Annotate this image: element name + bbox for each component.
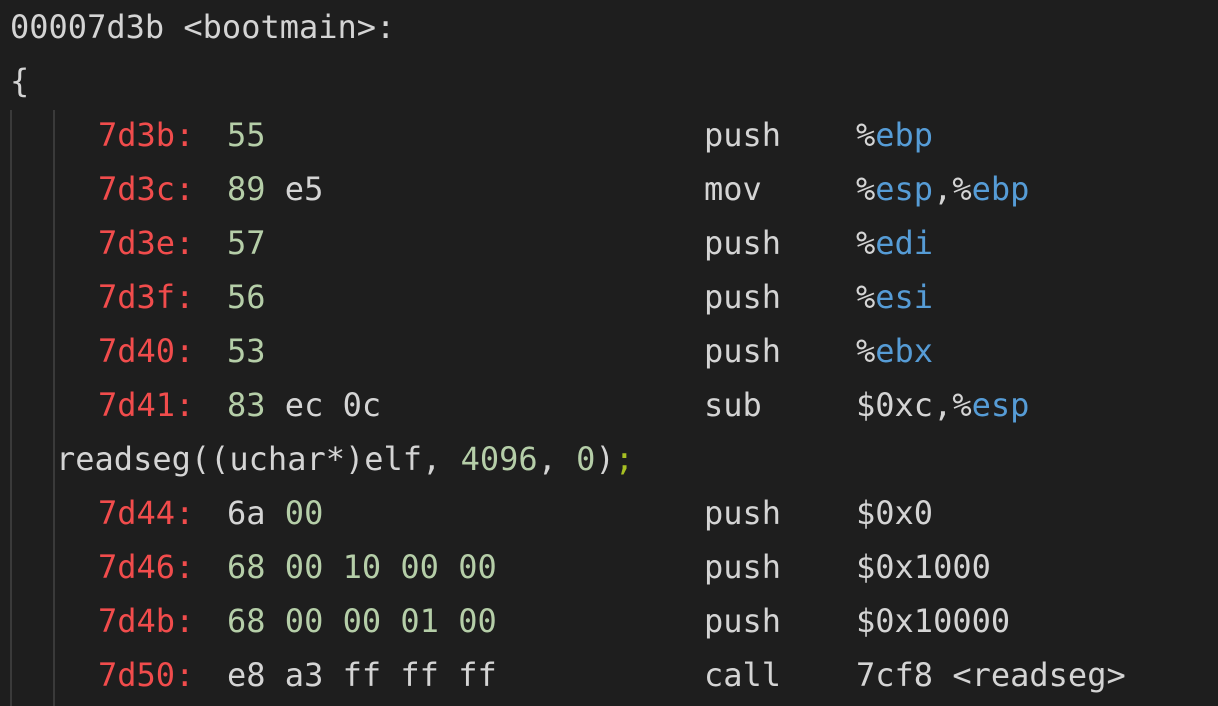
operand-token: esp [875, 170, 934, 208]
instruction-row: 7d50: e8 a3 ff ff ff call 7cf8 <readseg> [10, 648, 1126, 702]
operand-token: % [856, 278, 876, 316]
byte-group: 56 [227, 278, 266, 316]
instruction-address: 7d50: [98, 656, 195, 694]
instruction-mnemonic: push [704, 494, 782, 532]
operand-token: edi [875, 224, 934, 262]
instruction-mnemonic: push [704, 278, 782, 316]
function-label: 00007d3b <bootmain>: [10, 0, 395, 54]
instruction-mnemonic: mov [704, 170, 762, 208]
instruction-mnemonic: call [704, 656, 782, 694]
operand-token: ebp [971, 170, 1030, 208]
instruction-row: 7d4b: 68 00 00 01 00 push $0x10000 [10, 594, 1010, 648]
operand-token: % [856, 116, 876, 154]
instruction-address: 7d3f: [98, 278, 195, 316]
instruction-row: 7d3f: 56 push %esi [10, 270, 933, 324]
disassembly-view: 00007d3b <bootmain>: { 7d3b: 55 push %ebp 7d… [10, 0, 1126, 702]
instruction-operands: %ebx [856, 324, 933, 378]
instruction-mnemonic: push [704, 602, 782, 640]
instruction-operands: $0x10000 [856, 594, 1010, 648]
operand-token: $0x1000 [856, 548, 991, 586]
operand-token: % [856, 224, 876, 262]
operand-token: ,% [933, 170, 972, 208]
operand-token: esi [875, 278, 934, 316]
instruction-address: 7d41: [98, 386, 195, 424]
instruction-mnemonic: push [704, 224, 782, 262]
operand-token: $0x0 [856, 494, 934, 532]
operand-token: esp [971, 386, 1030, 424]
instruction-block-prologue: 7d3b: 55 push %ebp 7d3c: 89 e5 mov %esp,%ebp 7d3… [10, 108, 1029, 432]
instruction-row: 7d46: 68 00 10 00 00 push $0x1000 [10, 540, 991, 594]
instruction-operands: $0xc,%esp [856, 378, 1029, 432]
byte-group: 89 [227, 170, 266, 208]
instruction-operands: $0x0 [856, 486, 933, 540]
operand-token: ebx [875, 332, 934, 370]
instruction-bytes: 6a 00 [227, 486, 323, 540]
instruction-operands: 7cf8 <readseg> [856, 648, 1126, 702]
instruction-operands: %ebp [856, 108, 933, 162]
byte-group: 68 00 00 01 00 [227, 602, 497, 640]
instruction-row: 7d3c: 89 e5 mov %esp,%ebp [10, 162, 1029, 216]
byte-group: 53 [227, 332, 266, 370]
instruction-bytes: 68 00 00 01 00 [227, 594, 497, 648]
instruction-block-readseg-call: 7d44: 6a 00 push $0x0 7d46: 68 00 10 00 00 pus… [10, 486, 1126, 702]
instruction-mnemonic: push [704, 332, 782, 370]
instruction-bytes: 57 [227, 216, 266, 270]
operand-token: 7cf8 <readseg> [856, 656, 1126, 694]
instruction-address: 7d3e: [98, 224, 195, 262]
instruction-address: 7d3c: [98, 170, 195, 208]
instruction-row: 7d44: 6a 00 push $0x0 [10, 486, 933, 540]
source-token: ; [614, 440, 634, 478]
instruction-operands: %esi [856, 270, 933, 324]
byte-group: 83 [227, 386, 266, 424]
byte-group: 68 00 10 00 00 [227, 548, 497, 586]
function-label-text: 00007d3b <bootmain>: [10, 8, 396, 46]
instruction-operands: $0x1000 [856, 540, 991, 594]
instruction-address: 7d3b: [98, 116, 195, 154]
open-brace: { [10, 54, 395, 108]
byte-group: 6a [227, 494, 285, 532]
instruction-address: 7d46: [98, 548, 195, 586]
instruction-operands: %esp,%ebp [856, 162, 1029, 216]
instruction-bytes: e8 a3 ff ff ff [227, 648, 497, 702]
operand-token: ebp [875, 116, 934, 154]
source-code-text: readseg((uchar*)elf, 4096, 0); [56, 432, 634, 486]
instruction-mnemonic: sub [704, 386, 762, 424]
instruction-address: 7d40: [98, 332, 195, 370]
source-token: , [537, 440, 577, 478]
source-token: 4096 [460, 440, 538, 478]
operand-token: % [856, 332, 876, 370]
instruction-row: 7d40: 53 push %ebx [10, 324, 933, 378]
instruction-row: 7d41: 83 ec 0c sub $0xc,%esp [10, 378, 1029, 432]
instruction-bytes: 83 ec 0c [227, 378, 381, 432]
source-line: readseg((uchar*)elf, 4096, 0); [10, 432, 634, 486]
byte-group: e8 a3 ff ff ff [227, 656, 497, 694]
byte-group: ec 0c [265, 386, 382, 424]
byte-group: 55 [227, 116, 266, 154]
instruction-row: 7d3e: 57 push %edi [10, 216, 933, 270]
instruction-row: 7d3b: 55 push %ebp [10, 108, 933, 162]
instruction-bytes: 53 [227, 324, 266, 378]
source-token: ) [595, 440, 615, 478]
instruction-bytes: 89 e5 [227, 162, 323, 216]
instruction-address: 7d4b: [98, 602, 195, 640]
source-token: 0 [576, 440, 596, 478]
byte-group: 57 [227, 224, 266, 262]
operand-token: % [856, 170, 876, 208]
operand-token: $0xc,% [856, 386, 972, 424]
source-token: readseg((uchar*)elf, [56, 440, 461, 478]
instruction-mnemonic: push [704, 548, 782, 586]
instruction-bytes: 68 00 10 00 00 [227, 540, 497, 594]
instruction-address: 7d44: [98, 494, 195, 532]
open-brace-text: { [10, 62, 30, 100]
instruction-bytes: 56 [227, 270, 266, 324]
byte-group: e5 [265, 170, 324, 208]
operand-token: $0x10000 [856, 602, 1011, 640]
instruction-mnemonic: push [704, 116, 782, 154]
instruction-bytes: 55 [227, 108, 266, 162]
instruction-operands: %edi [856, 216, 933, 270]
byte-group: 00 [284, 494, 324, 532]
